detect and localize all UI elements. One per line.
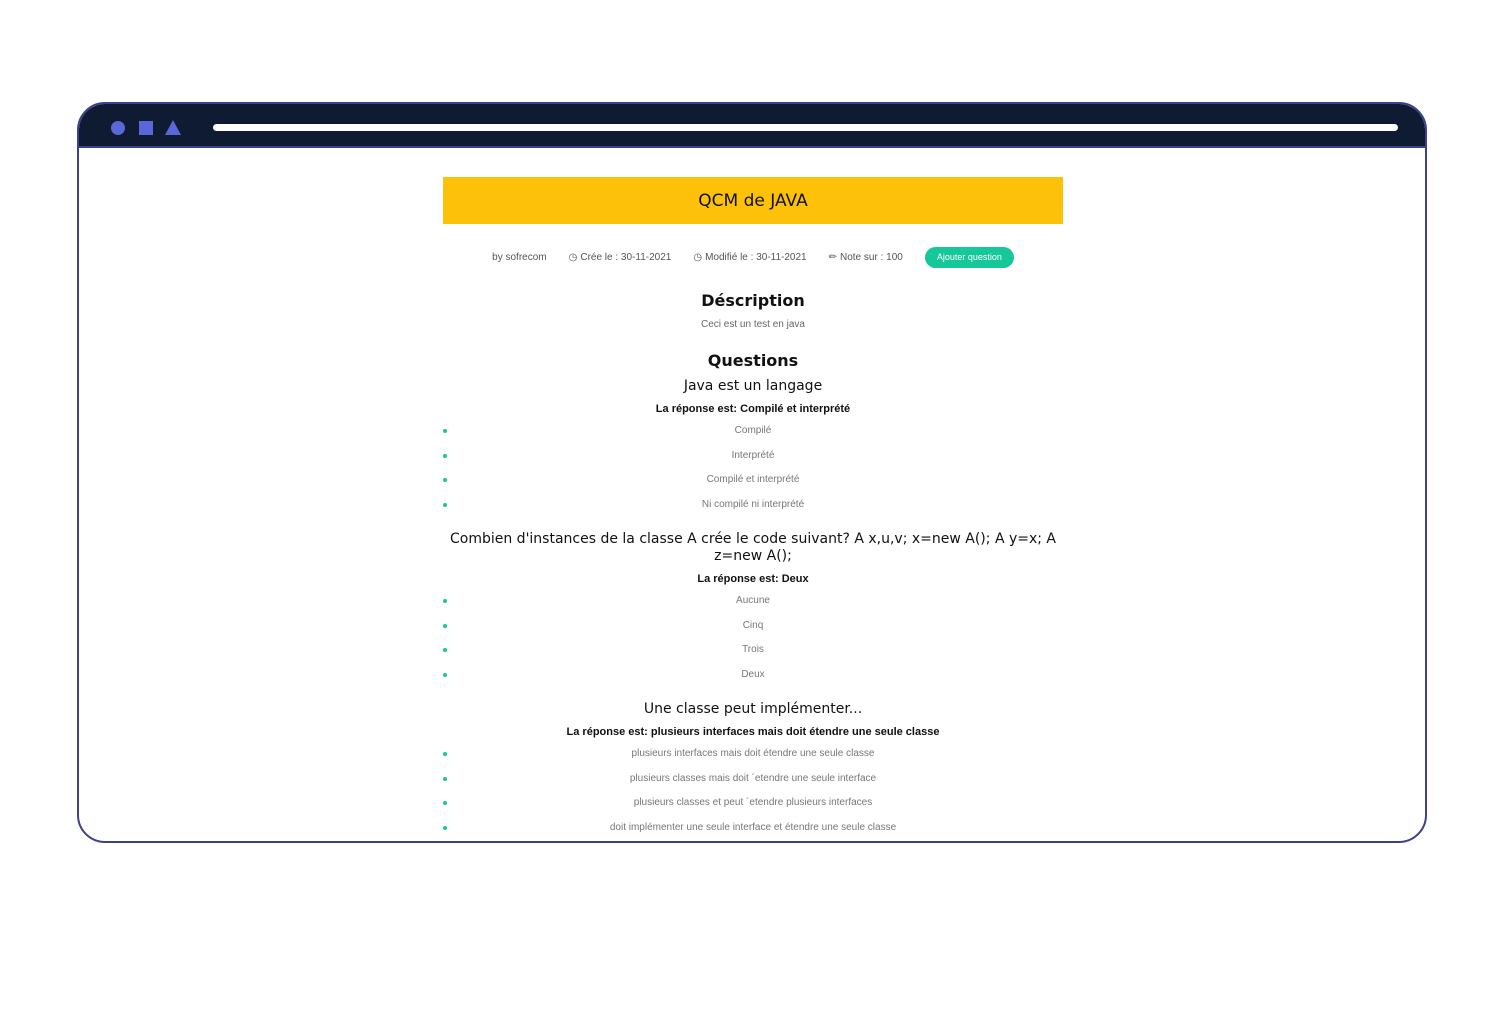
option-label: Compilé [734,425,772,436]
modified-date-text: Modifié le : 30-11-2021 [705,251,807,263]
option-item[interactable]: plusieurs classes mais doit ´etendre une… [443,767,1063,792]
created-date: ◷ Crée le : 30-11-2021 [569,252,672,263]
address-bar[interactable] [213,124,1398,131]
question-answer: La réponse est: Deux [697,573,809,585]
bullet-icon [443,752,447,756]
option-label: plusieurs classes mais doit ´etendre une… [629,772,877,784]
browser-toolbar [79,104,1425,148]
options-list: plusieurs interfaces mais doit étendre u… [443,742,1063,840]
page-viewport[interactable]: QCM de JAVA by sofrecom ◷ Crée le : 30-11… [79,150,1425,841]
question-answer: La réponse est: Compilé et interprété [655,403,851,415]
option-label: Aucune [736,595,770,606]
option-item[interactable]: doit implémenter une seule interface et … [443,816,1063,841]
options-list: Aucune Cinq Trois Deux [443,589,1063,687]
question-answer: La réponse est: plusieurs interfaces mai… [566,726,940,738]
option-item[interactable]: Cinq [443,614,1063,639]
option-item[interactable]: Compilé [443,419,1063,444]
question-block: Une classe peut implémenter... La répons… [443,701,1063,840]
quiz-title-banner: QCM de JAVA [443,177,1063,224]
option-label: Compilé et interprété [706,474,800,485]
questions-title: Questions [707,351,799,370]
bullet-icon [443,648,447,652]
note-label: ✏ Note sur : 100 [829,252,903,263]
option-label: plusieurs classes et peut ´etendre plusi… [633,797,873,808]
option-item[interactable]: Interprété [443,444,1063,469]
option-label: Deux [741,668,765,680]
quiz-content: QCM de JAVA by sofrecom ◷ Crée le : 30-11… [443,177,1063,840]
author-label: by sofrecom [492,251,547,263]
modified-date: ◷ Modifié le : 30-11-2021 [693,252,806,263]
option-item[interactable]: plusieurs interfaces mais doit étendre u… [443,742,1063,767]
bullet-icon [443,453,447,458]
options-list: Compilé Interprété Compilé et interprété… [443,419,1063,517]
bullet-icon [443,478,447,482]
option-label: plusieurs interfaces mais doit étendre u… [631,748,875,759]
bullet-icon [443,801,447,805]
bullet-icon [443,502,447,507]
option-label: Cinq [742,619,764,631]
clock-icon: ◷ [568,251,578,263]
meta-row: by sofrecom ◷ Crée le : 30-11-2021 ◷ Modif… [443,246,1063,268]
question-text: Java est un langage [683,378,823,394]
note-text: Note sur : 100 [840,251,903,263]
option-item[interactable]: Aucune [443,589,1063,614]
add-question-button[interactable]: Ajouter question [924,246,1014,268]
triangle-icon[interactable] [165,120,181,135]
bullet-icon [443,429,447,433]
option-item[interactable]: Trois [443,638,1063,663]
option-item[interactable]: Compilé et interprété [443,468,1063,493]
created-date-text: Crée le : 30-11-2021 [580,251,672,263]
question-block: Java est un langage La réponse est: Comp… [443,378,1063,517]
bullet-icon [443,825,447,830]
option-label: Interprété [731,449,775,461]
page-title: QCM de JAVA [698,190,808,211]
bullet-icon [443,776,447,781]
browser-window: QCM de JAVA by sofrecom ◷ Crée le : 30-11… [77,102,1427,843]
option-label: Ni compilé ni interprété [701,498,805,510]
pencil-icon: ✏ [828,251,837,263]
option-item[interactable]: Deux [443,663,1063,688]
square-icon[interactable] [139,121,153,135]
description-title: Déscription [701,291,805,310]
bullet-icon [443,623,447,628]
option-item[interactable]: plusieurs classes et peut ´etendre plusi… [443,791,1063,816]
question-text: Combien d'instances de la classe A crée … [449,531,1057,564]
circle-icon[interactable] [111,121,125,135]
bullet-icon [443,672,447,677]
option-label: doit implémenter une seule interface et … [609,821,897,833]
option-label: Trois [742,644,764,655]
option-item[interactable]: Ni compilé ni interprété [443,493,1063,518]
question-text: Une classe peut implémenter... [643,701,863,717]
question-block: Combien d'instances de la classe A crée … [443,531,1063,687]
bullet-icon [443,599,447,603]
clock-icon: ◷ [693,251,703,263]
description-text: Ceci est un test en java [701,319,805,330]
